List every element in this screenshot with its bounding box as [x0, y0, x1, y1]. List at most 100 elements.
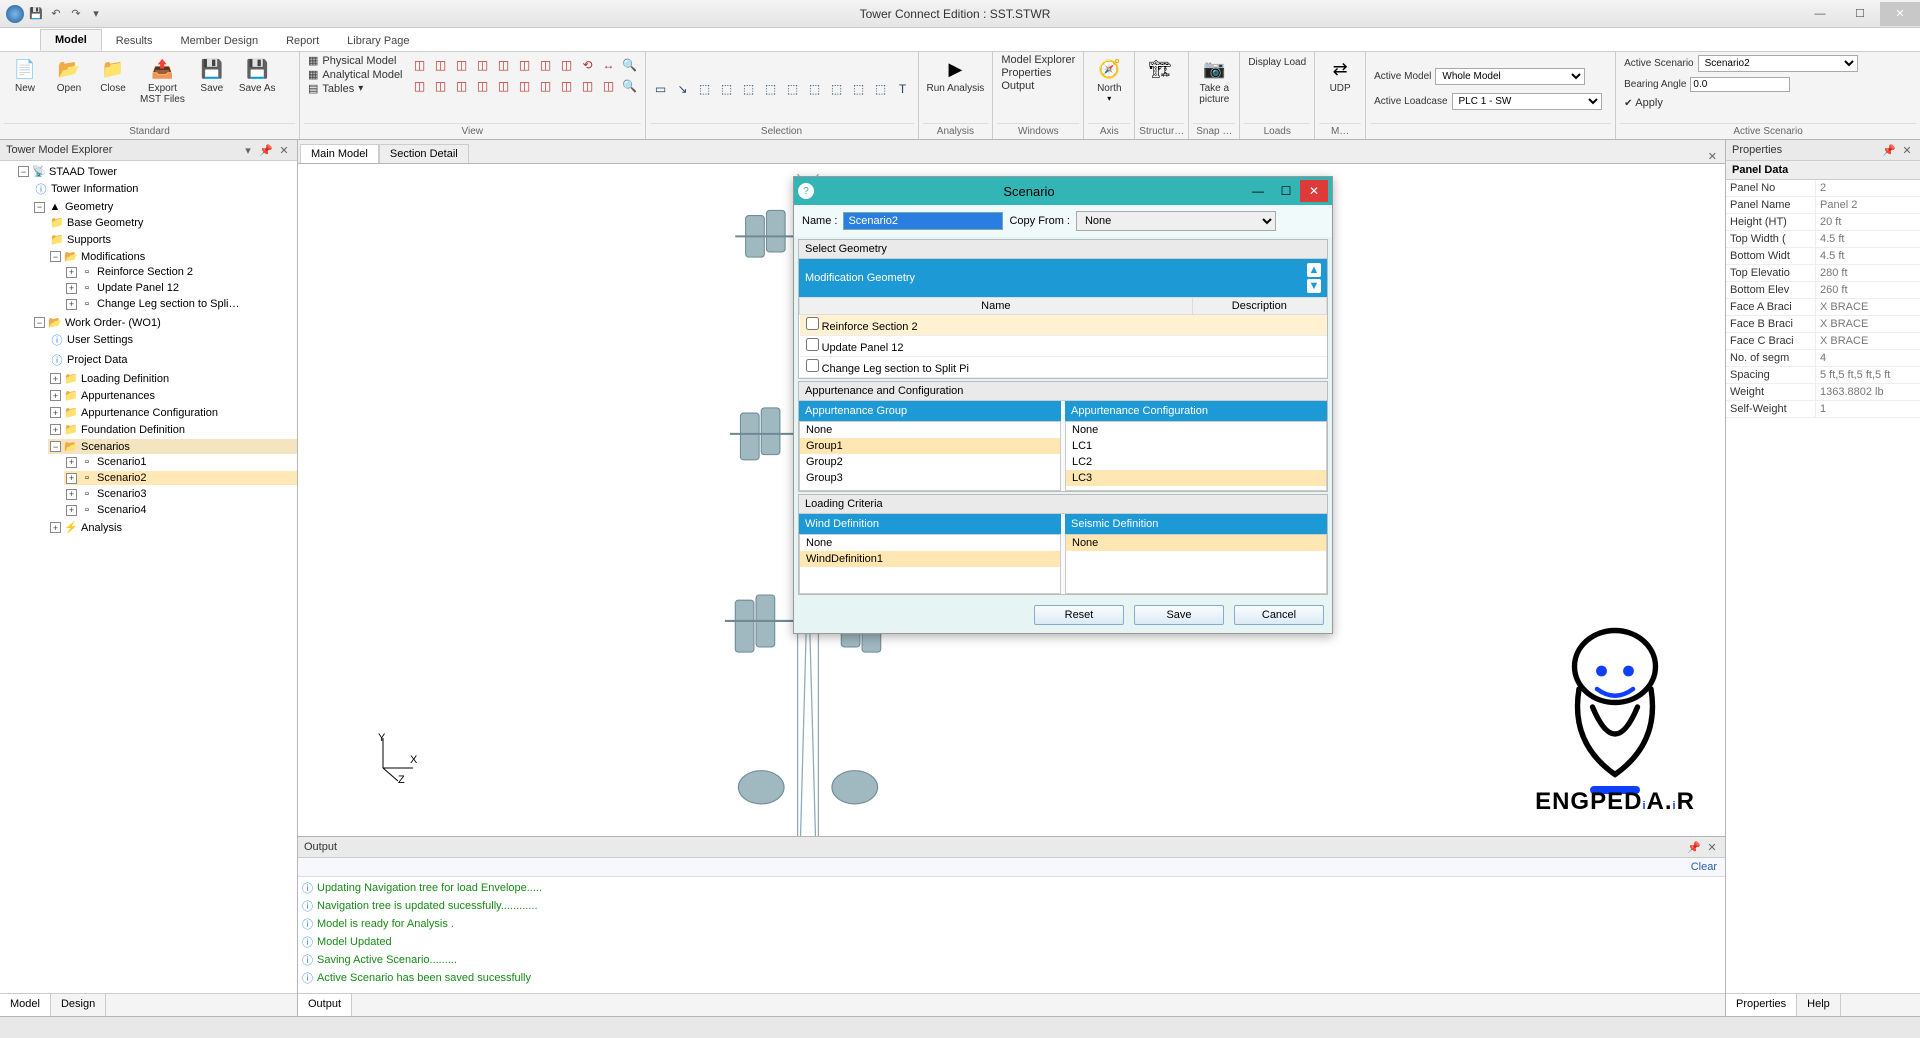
dialog-maximize-button[interactable]: ☐: [1272, 180, 1300, 202]
view-icon[interactable]: ◫: [411, 77, 429, 95]
view-icon[interactable]: ◫: [432, 77, 450, 95]
props-tab-help[interactable]: Help: [1797, 994, 1841, 1016]
tree-geometry[interactable]: Geometry: [65, 201, 113, 213]
bearing-angle-input[interactable]: [1690, 77, 1790, 92]
structure-button[interactable]: 🏗: [1139, 54, 1181, 96]
wind-def-list[interactable]: None WindDefinition1: [799, 534, 1061, 594]
select-icon[interactable]: ⬚: [696, 80, 714, 98]
tree-scenario1[interactable]: Scenario1: [97, 456, 147, 468]
appurtenance-group-list[interactable]: None Group1 Group2 Group3: [799, 421, 1061, 491]
list-item[interactable]: None: [1066, 535, 1326, 551]
tree-scenario4[interactable]: Scenario4: [97, 504, 147, 516]
tree-collapse-icon[interactable]: −: [18, 166, 29, 177]
view-icon[interactable]: ◫: [579, 77, 597, 95]
tree-change-leg[interactable]: Change Leg section to Spli…: [97, 298, 239, 310]
list-item[interactable]: LC3: [1066, 470, 1326, 486]
property-row[interactable]: Weight1363.8802 lb: [1726, 384, 1920, 401]
select-icon[interactable]: ⬚: [718, 80, 736, 98]
property-row[interactable]: Self-Weight1: [1726, 401, 1920, 418]
output-clear-button[interactable]: Clear: [298, 858, 1725, 877]
properties-toggle[interactable]: Properties: [1001, 67, 1075, 79]
output-toggle[interactable]: Output: [1001, 80, 1075, 92]
output-tab[interactable]: Output: [298, 994, 352, 1016]
tree-appurt-config[interactable]: Appurtenance Configuration: [81, 407, 218, 419]
view-icon[interactable]: ↔: [600, 56, 618, 74]
run-analysis-button[interactable]: ▶Run Analysis: [923, 54, 989, 96]
view-icon[interactable]: ◫: [537, 77, 555, 95]
display-load-button[interactable]: Display Load: [1244, 54, 1310, 70]
mod-row[interactable]: Change Leg section to Split Pi: [800, 357, 1193, 378]
tree-project-data[interactable]: Project Data: [67, 354, 128, 366]
tree-expand-icon[interactable]: +: [66, 457, 77, 468]
dialog-titlebar[interactable]: ? Scenario — ☐ ✕: [794, 177, 1332, 205]
view-icon[interactable]: ⟲: [579, 56, 597, 74]
tree-collapse-icon[interactable]: −: [50, 441, 61, 452]
select-icon[interactable]: ⬚: [828, 80, 846, 98]
select-icon[interactable]: T: [894, 80, 912, 98]
tree-expand-icon[interactable]: +: [50, 522, 61, 533]
view-icon[interactable]: ◫: [474, 77, 492, 95]
view-icon[interactable]: ◫: [474, 56, 492, 74]
pane-pin-icon[interactable]: 📌: [259, 143, 273, 157]
tab-section-detail[interactable]: Section Detail: [379, 144, 469, 163]
qat-redo-icon[interactable]: ↷: [68, 6, 84, 22]
list-item[interactable]: Group2: [800, 454, 1060, 470]
tree-expand-icon[interactable]: +: [66, 283, 77, 294]
dialog-minimize-button[interactable]: —: [1244, 180, 1272, 202]
copy-from-select[interactable]: None: [1076, 211, 1276, 231]
props-pin-icon[interactable]: 📌: [1882, 143, 1896, 157]
select-icon[interactable]: ⬚: [784, 80, 802, 98]
list-item[interactable]: None: [800, 422, 1060, 438]
property-row[interactable]: Height (HT)20 ft: [1726, 214, 1920, 231]
mod-row[interactable]: Reinforce Section 2: [800, 315, 1193, 336]
view-icon[interactable]: ◫: [558, 77, 576, 95]
view-icon[interactable]: ◫: [453, 56, 471, 74]
tree-base-geometry[interactable]: Base Geometry: [67, 217, 143, 229]
property-row[interactable]: Top Elevatio280 ft: [1726, 265, 1920, 282]
take-picture-button[interactable]: 📷Take a picture: [1193, 54, 1235, 107]
output-close-icon[interactable]: ✕: [1705, 840, 1719, 854]
tree-collapse-icon[interactable]: −: [34, 317, 45, 328]
tree-expand-icon[interactable]: +: [50, 390, 61, 401]
close-button[interactable]: 📁Close: [92, 54, 134, 96]
select-icon[interactable]: ⬚: [740, 80, 758, 98]
tree-foundation[interactable]: Foundation Definition: [81, 424, 185, 436]
property-row[interactable]: Panel NamePanel 2: [1726, 197, 1920, 214]
property-row[interactable]: Top Width (4.5 ft: [1726, 231, 1920, 248]
select-icon[interactable]: ⬚: [850, 80, 868, 98]
tree-user-settings[interactable]: User Settings: [67, 334, 133, 346]
tab-report[interactable]: Report: [272, 31, 333, 51]
tree-scenario2[interactable]: Scenario2: [97, 472, 147, 484]
select-icon[interactable]: ⬚: [806, 80, 824, 98]
north-button[interactable]: 🧭North▾: [1088, 54, 1130, 105]
appurtenance-conf-list[interactable]: None LC1 LC2 LC3: [1065, 421, 1327, 491]
scenario-name-input[interactable]: [843, 212, 1003, 230]
tree-loading-def[interactable]: Loading Definition: [81, 373, 169, 385]
tree-expand-icon[interactable]: +: [66, 267, 77, 278]
tab-member-design[interactable]: Member Design: [166, 31, 272, 51]
tree-expand-icon[interactable]: +: [50, 373, 61, 384]
export-mst-button[interactable]: 📤Export MST Files: [136, 54, 189, 107]
model-viewport[interactable]: YXZ ? Scenario — ☐ ✕ Name : Copy From : …: [298, 164, 1725, 836]
property-row[interactable]: No. of segm4: [1726, 350, 1920, 367]
view-icon[interactable]: ◫: [558, 56, 576, 74]
list-item[interactable]: None: [1066, 422, 1326, 438]
tree-modifications[interactable]: Modifications: [81, 251, 145, 263]
close-button[interactable]: ✕: [1880, 2, 1920, 26]
tree-expand-icon[interactable]: +: [50, 407, 61, 418]
tables-dropdown[interactable]: ▤Tables ▾: [308, 82, 403, 95]
tree-expand-icon[interactable]: +: [66, 505, 77, 516]
list-item[interactable]: Group3: [800, 470, 1060, 486]
list-item[interactable]: LC2: [1066, 454, 1326, 470]
select-icon[interactable]: ▭: [652, 80, 670, 98]
mod-check[interactable]: [806, 317, 819, 330]
tree-scenario3[interactable]: Scenario3: [97, 488, 147, 500]
tree-work-order[interactable]: Work Order- (WO1): [65, 317, 161, 329]
tree-reinforce[interactable]: Reinforce Section 2: [97, 266, 193, 278]
property-row[interactable]: Face B BraciX BRACE: [1726, 316, 1920, 333]
tree-collapse-icon[interactable]: −: [50, 251, 61, 262]
physical-model-toggle[interactable]: ▦Physical Model: [308, 54, 403, 67]
tree-scenarios[interactable]: Scenarios: [81, 441, 130, 453]
mod-row[interactable]: Update Panel 12: [800, 336, 1193, 357]
seismic-def-list[interactable]: None: [1065, 534, 1327, 594]
